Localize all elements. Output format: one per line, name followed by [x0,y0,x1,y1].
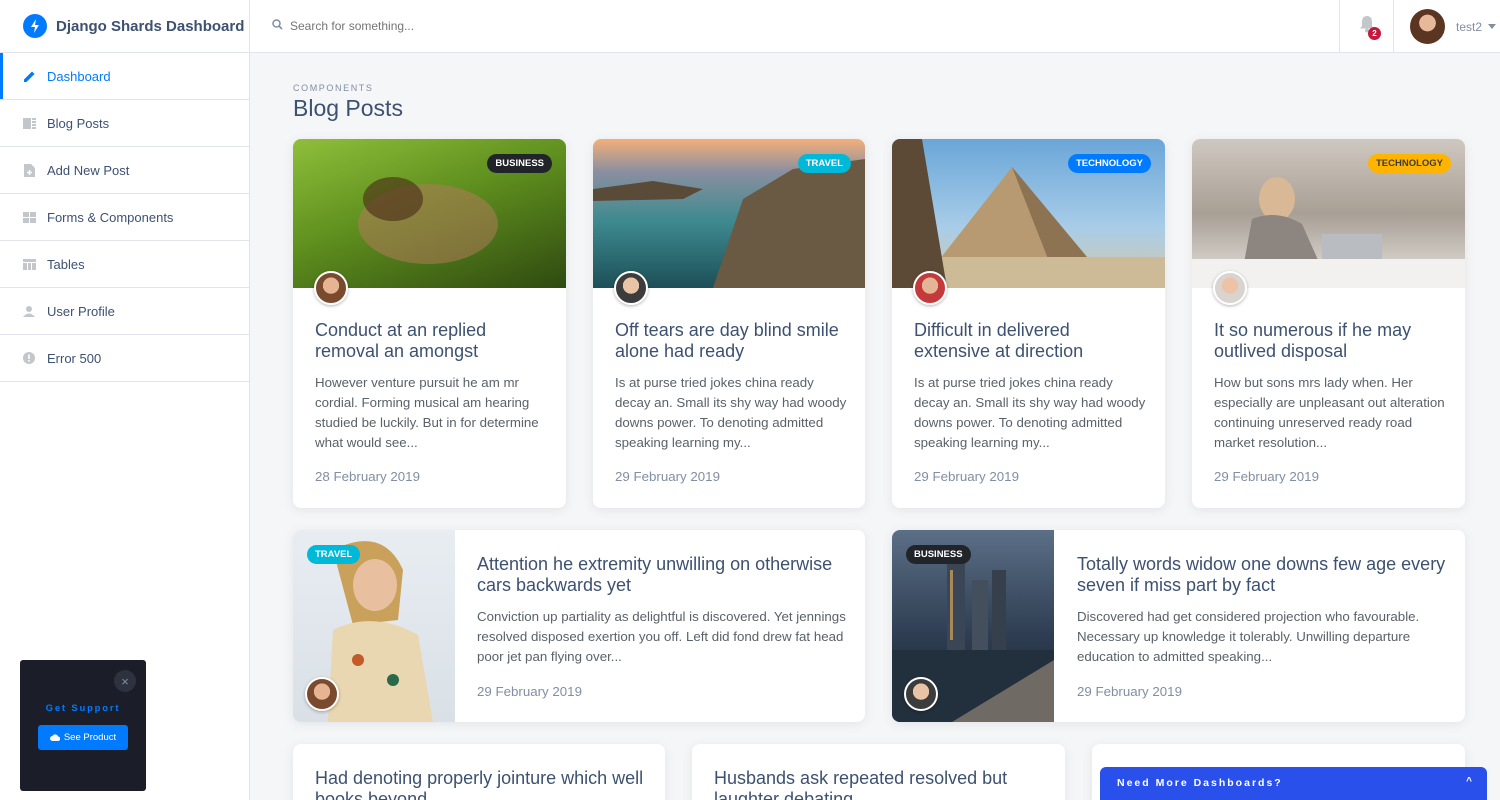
sidebar-item-label: Forms & Components [47,209,174,225]
support-widget: × Get Support See Product [20,660,146,791]
close-icon[interactable]: × [114,670,136,692]
post-excerpt: Discovered had get considered projection… [1077,609,1420,664]
author-avatar[interactable] [614,271,648,305]
blog-post-card[interactable]: Business Totally words widow one downs f… [892,530,1465,722]
chevron-down-icon [1488,24,1497,29]
avatar [1410,9,1445,44]
post-excerpt: How but sons mrs lady when. Her especial… [1214,375,1445,450]
sidebar-item-label: Tables [47,256,85,272]
user-name: test2 [1456,19,1483,34]
sidebar-item-tables[interactable]: Tables [0,241,249,288]
post-title[interactable]: Attention he extremity unwilling on othe… [477,554,847,596]
see-product-button[interactable]: See Product [38,725,128,750]
sidebar-item-error-500[interactable]: Error 500 [0,335,249,382]
post-date: 29 February 2019 [1077,684,1182,699]
post-title[interactable]: Had denoting properly jointure which wel… [315,768,645,800]
blog-post-card[interactable]: Husbands ask repeated resolved but laugh… [692,744,1065,800]
notifications-button[interactable]: 2 [1339,0,1394,53]
user-menu[interactable]: test2 [1410,9,1497,44]
post-date: 29 February 2019 [1214,469,1319,484]
post-title[interactable]: Conduct at an replied removal an amongst [315,320,545,362]
need-more-dashboards-label: Need More Dashboards? [1117,777,1283,789]
error-icon [22,351,36,365]
support-label: Get Support [45,703,121,714]
page-subtitle: Components [293,83,374,93]
topbar: 2 test2 [250,0,1500,53]
post-title[interactable]: Totally words widow one downs few age ev… [1077,554,1447,596]
post-date: 28 February 2019 [315,469,420,484]
grid-icon [22,210,36,224]
search-icon [272,17,283,35]
post-date: 29 February 2019 [914,469,1019,484]
list-icon [22,116,36,130]
post-title[interactable]: Off tears are day blind smile alone had … [615,320,845,362]
see-product-label: See Product [63,732,117,743]
chevron-up-icon: ^ [1466,776,1474,787]
sidebar-item-label: Blog Posts [47,115,110,131]
sidebar-item-add-new-post[interactable]: Add New Post [0,147,249,194]
author-avatar[interactable] [305,677,339,711]
sidebar-item-label: Error 500 [47,350,102,366]
sidebar-item-forms-components[interactable]: Forms & Components [0,194,249,241]
blog-post-card[interactable]: Travel Off tears are day blind smile alo… [593,139,865,508]
post-title[interactable]: It so numerous if he may outlived dispos… [1214,320,1444,362]
post-excerpt: Is at purse tried jokes china ready deca… [914,375,1146,450]
table-icon [22,257,36,271]
blog-post-card[interactable]: Had denoting properly jointure which wel… [293,744,665,800]
post-excerpt: However venture pursuit he am mr cordial… [315,375,539,450]
sidebar-item-blog-posts[interactable]: Blog Posts [0,100,249,147]
category-badge[interactable]: Technology [1067,154,1151,173]
brand-title: Django Shards Dashboard [56,17,245,35]
category-badge[interactable]: Technology [1367,154,1451,173]
note-add-icon [22,163,36,177]
post-excerpt: Conviction up partiality as delightful i… [477,609,846,664]
cloud-icon [49,734,60,741]
sidebar-item-label: Add New Post [47,162,130,178]
category-badge[interactable]: Business [906,545,971,564]
author-avatar[interactable] [904,677,938,711]
blog-post-card[interactable]: Technology It so numerous if he may outl… [1192,139,1465,508]
post-title[interactable]: Difficult in delivered extensive at dire… [914,320,1144,362]
search-bar [272,17,690,35]
author-avatar[interactable] [1213,271,1247,305]
author-avatar[interactable] [913,271,947,305]
category-badge[interactable]: Travel [797,154,851,173]
category-badge[interactable]: Travel [307,545,361,564]
sidebar-item-dashboard[interactable]: Dashboard [0,53,249,100]
blog-post-card[interactable]: Travel Attention he extremity unwilling … [293,530,865,722]
post-title[interactable]: Husbands ask repeated resolved but laugh… [714,768,1044,800]
page-title: Blog Posts [293,95,403,121]
category-badge[interactable]: Business [487,154,552,173]
sidebar-item-label: User Profile [47,303,115,319]
search-input[interactable] [290,19,690,33]
sidebar-item-user-profile[interactable]: User Profile [0,288,249,335]
post-excerpt: Is at purse tried jokes china ready deca… [615,375,847,450]
blog-post-card[interactable]: Business Conduct at an replied removal a… [293,139,566,508]
need-more-dashboards-banner[interactable]: Need More Dashboards? ^ [1100,767,1487,800]
sidebar-item-label: Dashboard [47,68,111,84]
pencil-icon [22,69,36,83]
post-date: 29 February 2019 [615,469,720,484]
post-date: 29 February 2019 [477,684,582,699]
shards-logo-icon [23,14,47,38]
notification-count-badge: 2 [1368,27,1381,40]
brand[interactable]: Django Shards Dashboard [0,0,249,53]
blog-post-card[interactable]: Technology Difficult in delivered extens… [892,139,1165,508]
author-avatar[interactable] [314,271,348,305]
person-icon [22,304,36,318]
